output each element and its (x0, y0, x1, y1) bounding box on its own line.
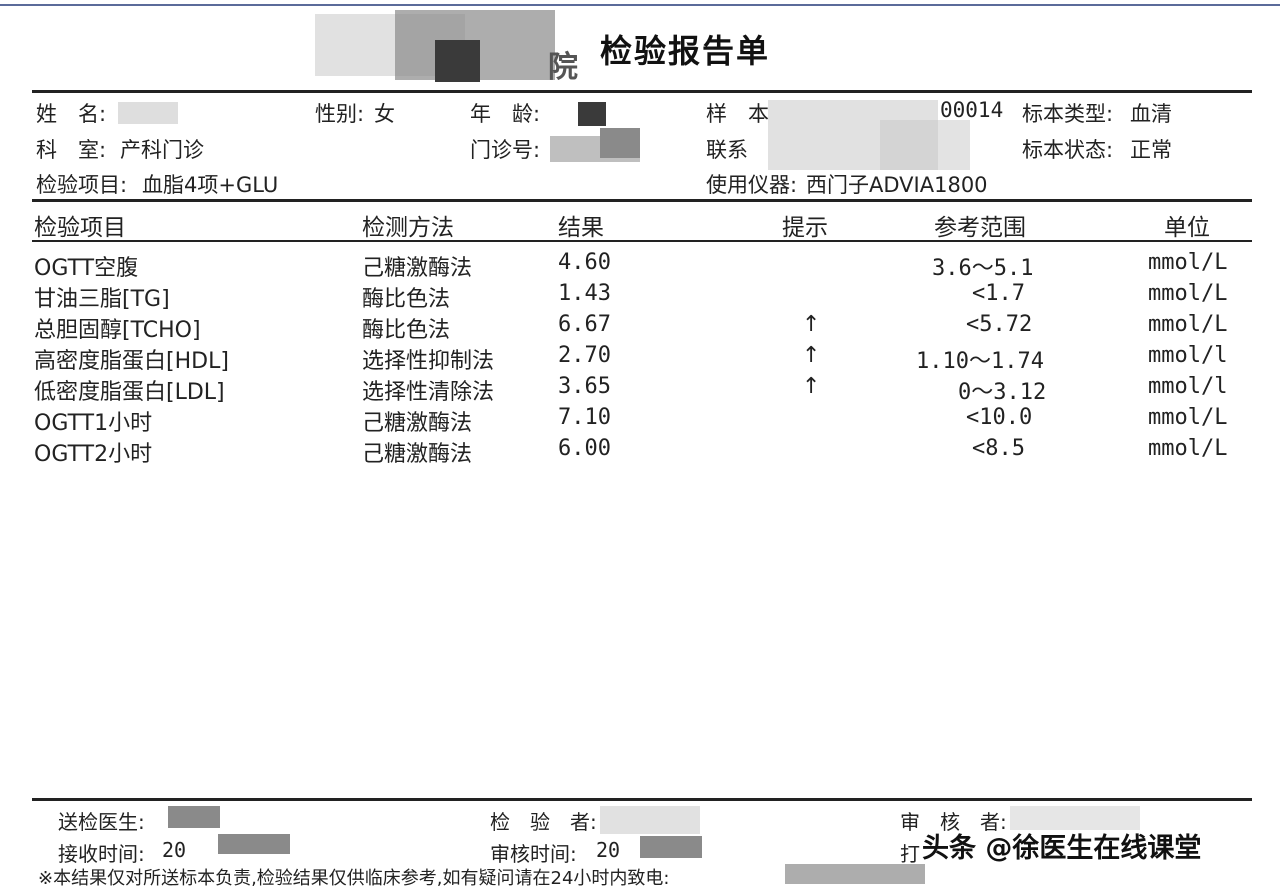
info-rule (32, 199, 1252, 202)
row-item: OGTT1小时 (34, 411, 153, 436)
sample-value: 00014 (940, 98, 1004, 122)
gender-label: 性别: (315, 102, 365, 126)
redacted-review-time (640, 836, 702, 858)
row-result: 7.10 (558, 405, 611, 430)
row-result: 1.43 (558, 281, 611, 306)
row-item: 低密度脂蛋白[LDL] (34, 380, 225, 405)
row-range: 3.6～5.1 (932, 256, 1034, 281)
specimen-state-label: 标本状态: (1022, 138, 1114, 162)
row-method: 酶比色法 (362, 318, 451, 343)
redacted-outpatient-no (600, 128, 640, 158)
name-label: 姓 名: (36, 102, 107, 126)
row-method: 酶比色法 (362, 287, 451, 312)
contact-label: 联系 (706, 138, 748, 162)
col-header-range: 参考范围 (934, 215, 1026, 241)
redacted-tester (600, 806, 700, 834)
row-flag: ↑ (802, 343, 821, 368)
col-header-item: 检验项目 (34, 215, 126, 241)
instrument-label: 使用仪器: (706, 173, 798, 197)
row-method: 选择性清除法 (362, 380, 495, 405)
row-unit: mmol/L (1148, 281, 1228, 306)
row-unit: mmol/L (1148, 250, 1228, 275)
row-item: 甘油三脂[TG] (34, 287, 170, 312)
row-result: 6.00 (558, 436, 611, 461)
redacted-phone (785, 864, 925, 884)
report-title: 检验报告单 (600, 32, 771, 70)
instrument-value: 西门子ADVIA1800 (806, 173, 988, 197)
redacted-name (118, 102, 178, 124)
row-item: 总胆固醇[TCHO] (34, 318, 201, 343)
redacted-doctor (168, 806, 220, 828)
tester-label: 检 验 者: (490, 810, 597, 834)
row-item: 高密度脂蛋白[HDL] (34, 349, 229, 374)
sample-label: 样 本 (706, 102, 769, 126)
row-flag: ↑ (802, 312, 821, 337)
top-border (0, 4, 1280, 6)
row-flag: ↑ (802, 374, 821, 399)
row-method: 己糖激酶法 (362, 256, 473, 281)
dept-value: 产科门诊 (120, 138, 204, 162)
row-result: 6.67 (558, 312, 611, 337)
redacted-age (578, 102, 606, 126)
row-result: 3.65 (558, 374, 611, 399)
row-range: 0～3.12 (958, 380, 1047, 405)
specimen-type-label: 标本类型: (1022, 102, 1114, 126)
row-unit: mmol/L (1148, 436, 1228, 461)
receive-time-value: 20 (162, 838, 187, 862)
test-item-value: 血脂4项+GLU (142, 173, 279, 197)
row-range: <1.7 (972, 281, 1025, 306)
redacted-receive-time (218, 834, 290, 854)
specimen-state-value: 正常 (1130, 138, 1172, 162)
test-item-label: 检验项目: (36, 173, 128, 197)
row-method: 选择性抑制法 (362, 349, 495, 374)
col-header-result: 结果 (558, 215, 604, 241)
specimen-type-value: 血清 (1130, 102, 1172, 126)
redacted-contact (880, 120, 970, 170)
col-header-method: 检测方法 (362, 215, 454, 241)
header-rule (32, 90, 1252, 93)
doctor-label: 送检医生: (58, 810, 145, 834)
row-item: OGTT空腹 (34, 256, 139, 281)
row-range: <5.72 (966, 312, 1033, 337)
row-unit: mmol/l (1148, 343, 1228, 368)
redacted-block (435, 40, 480, 82)
row-unit: mmol/L (1148, 405, 1228, 430)
age-label: 年 龄: (470, 102, 541, 126)
dept-label: 科 室: (36, 138, 107, 162)
row-range: <10.0 (966, 405, 1033, 430)
footer-rule (32, 798, 1252, 801)
row-range: <8.5 (972, 436, 1025, 461)
review-time-value: 20 (596, 838, 621, 862)
row-unit: mmol/l (1148, 374, 1228, 399)
row-result: 4.60 (558, 250, 611, 275)
row-item: OGTT2小时 (34, 442, 153, 467)
gender-value: 女 (374, 102, 395, 126)
col-header-flag: 提示 (782, 215, 828, 241)
table-header-rule (32, 240, 1252, 242)
disclaimer-note: ※本结果仅对所送标本负责,检验结果仅供临床参考,如有疑问请在24小时内致电: (38, 868, 670, 889)
row-unit: mmol/L (1148, 312, 1228, 337)
row-method: 己糖激酶法 (362, 442, 473, 467)
receive-time-label: 接收时间: (58, 842, 145, 866)
row-result: 2.70 (558, 343, 611, 368)
hospital-name: 院 (548, 50, 578, 85)
watermark: 头条 @徐医生在线课堂 (922, 833, 1202, 864)
row-method: 己糖激酶法 (362, 411, 473, 436)
col-header-unit: 单位 (1164, 215, 1210, 241)
print-label: 打 (900, 842, 920, 866)
outpatient-label: 门诊号: (470, 138, 541, 162)
review-time-label: 审核时间: (490, 842, 577, 866)
row-range: 1.10～1.74 (916, 349, 1044, 374)
